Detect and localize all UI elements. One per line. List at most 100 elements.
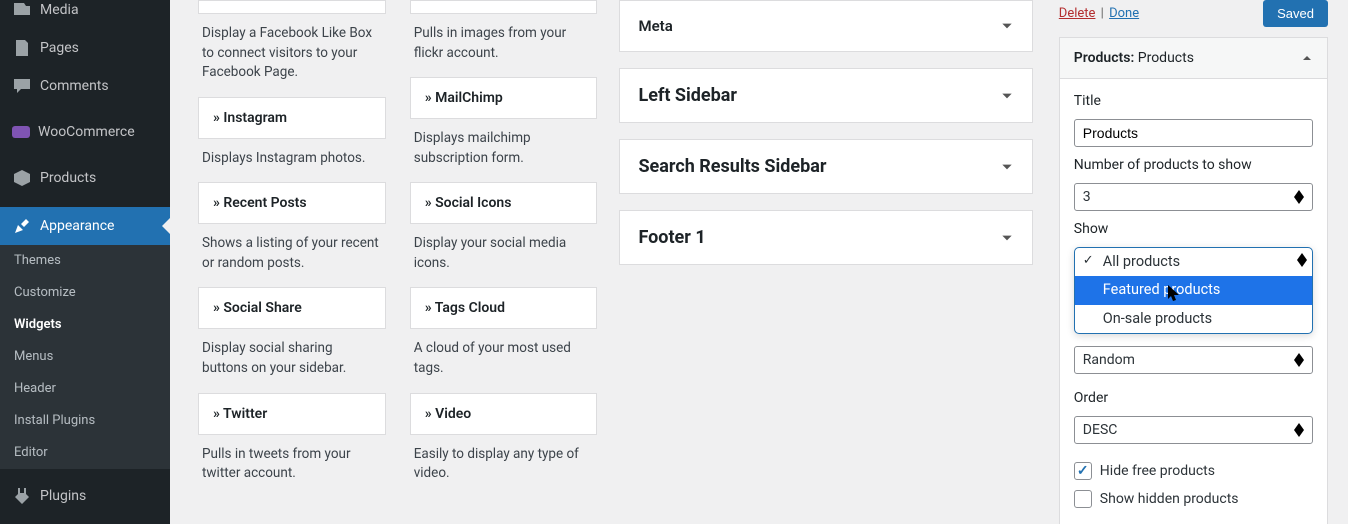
show-hidden-row[interactable]: Show hidden products <box>1074 490 1313 508</box>
orderby-select[interactable]: Random <box>1074 346 1313 374</box>
caret-down-icon <box>1000 89 1014 103</box>
area-search-results-sidebar[interactable]: Search Results Sidebar <box>619 139 1032 194</box>
widget-card[interactable] <box>198 0 386 14</box>
stepper-icon <box>1297 253 1307 267</box>
stepper-icon <box>1294 423 1304 437</box>
sidebar-item-plugins[interactable]: Plugins <box>0 477 170 515</box>
panel-header[interactable]: Products: Products <box>1060 38 1327 79</box>
sidebar-item-media[interactable]: Media <box>0 0 170 29</box>
title-label: Title <box>1074 93 1313 109</box>
products-widget-panel: Products: Products Title Number of produ… <box>1059 37 1328 524</box>
admin-sidebar: Media Pages Comments WooCommerce Product… <box>0 0 170 524</box>
show-hidden-checkbox[interactable] <box>1074 490 1092 508</box>
sidebar-item-label: Comments <box>40 77 109 95</box>
sub-menus[interactable]: Menus <box>0 341 170 373</box>
widget-card[interactable] <box>410 0 598 14</box>
show-hidden-label: Show hidden products <box>1100 491 1239 507</box>
widget-desc: Display social sharing buttons on your s… <box>198 329 386 392</box>
widget-list-right: Pulls in images from your flickr account… <box>410 0 598 524</box>
area-left-sidebar[interactable]: Left Sidebar <box>619 68 1032 123</box>
widget-desc: Displays Instagram photos. <box>198 139 386 183</box>
sub-themes[interactable]: Themes <box>0 245 170 277</box>
widget-list-left: Display a Facebook Like Box to connect v… <box>198 0 386 524</box>
widget-desc: Displays mailchimp subscription form. <box>410 119 598 182</box>
plugins-icon <box>12 486 32 506</box>
hide-free-row[interactable]: Hide free products <box>1074 462 1313 480</box>
widget-card-twitter[interactable]: » Twitter <box>198 393 386 435</box>
woo-icon <box>12 126 30 138</box>
num-label: Number of products to show <box>1074 157 1313 173</box>
area-title: Search Results Sidebar <box>638 156 826 177</box>
widget-desc: Display your social media icons. <box>410 224 598 287</box>
stepper-icon <box>1294 353 1304 367</box>
media-icon <box>12 0 32 20</box>
sidebar-item-users[interactable]: Users <box>0 515 170 524</box>
sub-customize[interactable]: Customize <box>0 277 170 309</box>
widget-desc: Pulls in images from your flickr account… <box>410 14 598 77</box>
area-footer-1[interactable]: Footer 1 <box>619 210 1032 265</box>
panel-title: Products: Products <box>1074 50 1194 66</box>
widget-card-social-icons[interactable]: » Social Icons <box>410 182 598 224</box>
comment-icon <box>12 76 32 96</box>
sub-widgets[interactable]: Widgets <box>0 309 170 341</box>
widget-card-video[interactable]: » Video <box>410 393 598 435</box>
show-label: Show <box>1074 221 1313 237</box>
sidebar-item-comments[interactable]: Comments <box>0 67 170 105</box>
sidebar-item-label: WooCommerce <box>38 123 135 141</box>
sidebar-item-woocommerce[interactable]: WooCommerce <box>0 105 170 159</box>
main-content: Display a Facebook Like Box to connect v… <box>170 0 1348 524</box>
widget-desc: Easily to display any type of video. <box>410 435 598 498</box>
caret-up-icon <box>1301 52 1313 64</box>
caret-down-icon <box>1000 160 1014 174</box>
stepper-icon <box>1294 190 1304 204</box>
dropdown-option-featured[interactable]: Featured products <box>1075 276 1312 304</box>
show-dropdown[interactable]: All products Featured products On-sale p… <box>1074 247 1313 334</box>
sidebar-submenu: Themes Customize Widgets Menus Header In… <box>0 245 170 469</box>
panel-body: Title Number of products to show 3 Show … <box>1060 79 1327 524</box>
products-icon <box>12 168 32 188</box>
saved-button[interactable]: Saved <box>1263 0 1328 27</box>
sidebar-item-appearance[interactable]: Appearance <box>0 207 170 245</box>
widget-desc: A cloud of your most used tags. <box>410 329 598 392</box>
sub-editor[interactable]: Editor <box>0 437 170 469</box>
sidebar-item-label: Appearance <box>40 217 114 235</box>
widget-card-recent-posts[interactable]: » Recent Posts <box>198 182 386 224</box>
delete-link[interactable]: Delete <box>1059 6 1096 21</box>
widget-settings: Delete | Done Saved Products: Products T… <box>1045 0 1328 524</box>
hide-free-label: Hide free products <box>1100 463 1215 479</box>
sidebar-item-products[interactable]: Products <box>0 159 170 197</box>
caret-down-icon <box>1000 19 1014 33</box>
area-meta[interactable]: Meta <box>619 0 1032 52</box>
widget-actions: Delete | Done Saved <box>1059 0 1328 37</box>
sidebar-item-label: Media <box>40 1 79 19</box>
widget-desc: Pulls in tweets from your twitter accoun… <box>198 435 386 498</box>
widget-card-tags-cloud[interactable]: » Tags Cloud <box>410 287 598 329</box>
appearance-icon <box>12 216 32 236</box>
widget-areas: Meta Left Sidebar Search Results Sidebar… <box>607 0 1044 524</box>
sidebar-item-label: Plugins <box>40 487 86 505</box>
area-title: Footer 1 <box>638 227 705 248</box>
caret-down-icon <box>1000 231 1014 245</box>
sub-header[interactable]: Header <box>0 373 170 405</box>
sub-install-plugins[interactable]: Install Plugins <box>0 405 170 437</box>
area-title: Meta <box>638 17 672 35</box>
page-icon <box>12 38 32 58</box>
available-widgets: Display a Facebook Like Box to connect v… <box>170 0 607 524</box>
widget-desc: Display a Facebook Like Box to connect v… <box>198 14 386 97</box>
title-input[interactable] <box>1074 119 1313 147</box>
hide-free-checkbox[interactable] <box>1074 462 1092 480</box>
done-link[interactable]: Done <box>1109 6 1139 21</box>
widget-card-mailchimp[interactable]: » MailChimp <box>410 77 598 119</box>
sidebar-item-pages[interactable]: Pages <box>0 29 170 67</box>
widget-card-social-share[interactable]: » Social Share <box>198 287 386 329</box>
sidebar-item-label: Products <box>40 169 96 187</box>
widget-card-instagram[interactable]: » Instagram <box>198 97 386 139</box>
dropdown-option-all[interactable]: All products <box>1075 248 1312 276</box>
num-input[interactable]: 3 <box>1074 183 1313 211</box>
order-label: Order <box>1074 390 1313 406</box>
sidebar-item-label: Pages <box>40 39 79 57</box>
dropdown-option-onsale[interactable]: On-sale products <box>1075 305 1312 333</box>
order-select[interactable]: DESC <box>1074 416 1313 444</box>
widget-desc: Shows a listing of your recent or random… <box>198 224 386 287</box>
area-title: Left Sidebar <box>638 85 737 106</box>
